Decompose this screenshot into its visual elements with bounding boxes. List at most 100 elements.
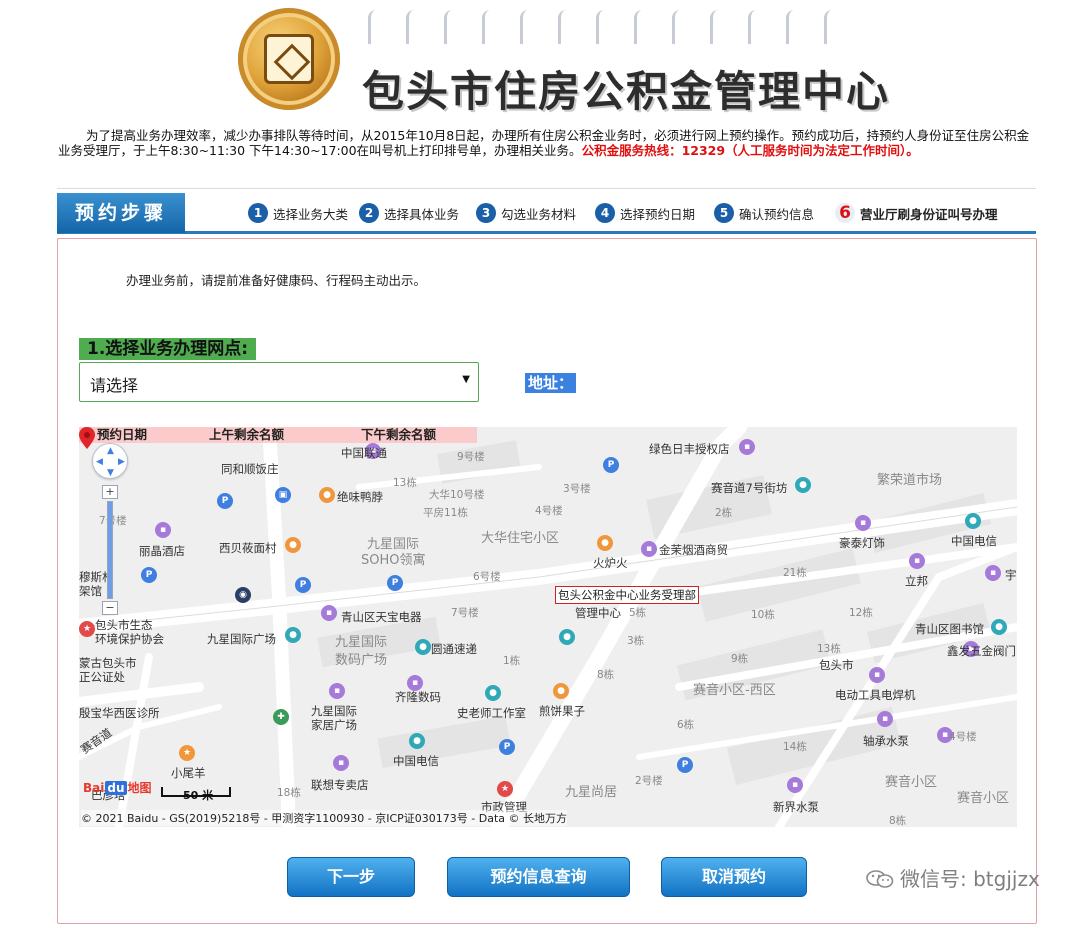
map-label: 煎饼果子 — [539, 704, 585, 718]
map-label: 火炉火 — [593, 556, 628, 570]
map-label: 5栋 — [629, 607, 647, 619]
next-step-button[interactable]: 下一步 — [287, 857, 415, 897]
step-number: 4 — [595, 203, 615, 223]
map-label: 4号楼 — [535, 505, 563, 517]
pan-left-icon[interactable]: ◀ — [96, 457, 103, 467]
zoom-in-button[interactable]: + — [102, 485, 118, 499]
map-label: 6栋 — [677, 719, 695, 731]
reservation-query-button[interactable]: 预约信息查询 — [447, 857, 630, 897]
map-label: 包头市 — [819, 658, 854, 672]
wechat-icon — [866, 870, 894, 888]
shop-icon: ▪ — [855, 515, 871, 531]
pan-up-icon[interactable]: ▲ — [107, 446, 114, 456]
step-3: 3 勾选业务材料 — [476, 202, 576, 224]
branch-select[interactable]: 请选择 ▼ — [79, 362, 479, 402]
shop-icon: ▪ — [333, 755, 349, 771]
office-icon: ● — [559, 629, 575, 645]
map-label: 8栋 — [889, 815, 907, 827]
shop-icon: ▪ — [985, 565, 1001, 581]
shop-icon: ▪ — [739, 439, 755, 455]
step-2: 2 选择具体业务 — [359, 202, 459, 224]
baidu-map-logo: Bai du 地图 — [83, 779, 152, 796]
parking-icon: P — [217, 493, 233, 509]
map-label: 数码广场 — [335, 653, 388, 668]
map-label: 丽晶酒店 — [139, 544, 185, 558]
map-label: 9号楼 — [457, 451, 485, 463]
pan-down-icon[interactable]: ▼ — [107, 468, 114, 478]
map-label: 同和顺饭庄 — [221, 462, 279, 476]
map-label: 2栋 — [715, 507, 733, 519]
site-title: 包头市住房公积金管理中心 — [362, 67, 891, 116]
parking-icon: P — [603, 457, 619, 473]
step-label: 勾选业务材料 — [501, 206, 577, 222]
map-label: 1栋 — [503, 655, 521, 667]
parking-icon: P — [677, 757, 693, 773]
step-6: 6 营业厅刷身份证叫号办理 — [835, 202, 998, 224]
map-label: 九星尚居 — [565, 785, 618, 800]
pan-right-icon[interactable]: ▶ — [118, 457, 125, 467]
map-label: 13栋 — [393, 477, 417, 489]
location-icon: ● — [795, 477, 811, 493]
map-label: 青山区图书馆 — [915, 622, 984, 636]
map-label: 21栋 — [783, 567, 807, 579]
baidu-map[interactable]: ▪ ▪ P ● ▣ P ● ▪ ● ● ▪ ▪ ● ▪ ▪ P ◉ P P ▪ … — [79, 427, 1017, 827]
shop-icon: ▪ — [787, 777, 803, 793]
map-label: 轴承水泵 — [863, 734, 909, 748]
shop-icon: ▪ — [329, 683, 345, 699]
step-number: 6 — [835, 203, 855, 223]
health-code-tip: 办理业务前，请提前准备好健康码、行程码主动出示。 — [126, 273, 427, 288]
map-label: 3栋 — [627, 635, 645, 647]
map-label: SOHO领寓 — [361, 553, 426, 568]
map-label: 豪泰灯饰 — [839, 536, 885, 550]
hospital-icon: ✚ — [273, 709, 289, 725]
map-marker-icon[interactable] — [79, 427, 95, 449]
chevron-down-icon: ▼ — [462, 374, 470, 385]
baidu-logo-map-text: 地图 — [127, 781, 152, 795]
map-label: 架馆 — [79, 584, 102, 598]
zoom-out-button[interactable]: − — [102, 601, 118, 615]
step-label: 选择业务大类 — [273, 206, 349, 222]
logo-emblem-icon — [264, 34, 314, 84]
shop-icon: ▪ — [321, 605, 337, 621]
cancel-reservation-button[interactable]: 取消预约 — [661, 857, 807, 897]
map-label: 齐隆数码 — [395, 690, 441, 704]
site-header: 包头市住房公积金管理中心 — [0, 0, 1067, 120]
map-label: 6号楼 — [473, 571, 501, 583]
map-label: 赛音道7号街坊 — [711, 481, 788, 495]
studio-icon: ● — [485, 685, 501, 701]
baidu-logo-text: Bai — [83, 781, 105, 795]
map-label: 大华10号楼 — [429, 489, 485, 501]
zoom-slider[interactable] — [107, 501, 113, 599]
step-number: 2 — [359, 203, 379, 223]
courier-icon: ● — [415, 639, 431, 655]
map-label: 联想专卖店 — [311, 778, 369, 792]
step-label: 营业厅刷身份证叫号办理 — [860, 206, 998, 222]
map-label: 4号楼 — [949, 731, 977, 743]
col-pm-remaining: 下午剩余名额 — [361, 427, 437, 442]
library-icon: ● — [991, 619, 1007, 635]
step-4: 4 选择预约日期 — [595, 202, 695, 224]
shop-icon: ▪ — [869, 667, 885, 683]
map-label: 电动工具电焊机 — [835, 688, 916, 702]
page: 包头市住房公积金管理中心 为了提高业务办理效率，减少办事排队等待时间，从2015… — [0, 0, 1067, 930]
map-label: 赛音小区 — [885, 775, 938, 790]
map-label: 家居广场 — [311, 718, 357, 732]
map-label: 9栋 — [731, 653, 749, 665]
map-pan-control[interactable]: ▲ ▼ ◀ ▶ — [92, 443, 128, 479]
step-number: 3 — [476, 203, 496, 223]
map-label: 小尾羊 — [171, 766, 206, 780]
housing-fund-logo-icon — [238, 8, 340, 110]
map-label: 8栋 — [597, 669, 615, 681]
map-label: 新界水泵 — [773, 800, 819, 814]
map-scale-text: 50 米 — [183, 789, 214, 802]
baidu-paw-icon: du — [105, 781, 127, 795]
map-label: 殷宝华西医诊所 — [79, 706, 160, 720]
map-label: 14栋 — [783, 741, 807, 753]
map-label: 7号楼 — [451, 607, 479, 619]
step-label: 确认预约信息 — [739, 206, 815, 222]
restaurant-icon: ● — [553, 683, 569, 699]
parking-icon: P — [295, 577, 311, 593]
map-label: 中国联通 — [341, 446, 387, 460]
landmark-icon: ★ — [497, 781, 513, 797]
col-am-remaining: 上午剩余名额 — [209, 427, 285, 442]
